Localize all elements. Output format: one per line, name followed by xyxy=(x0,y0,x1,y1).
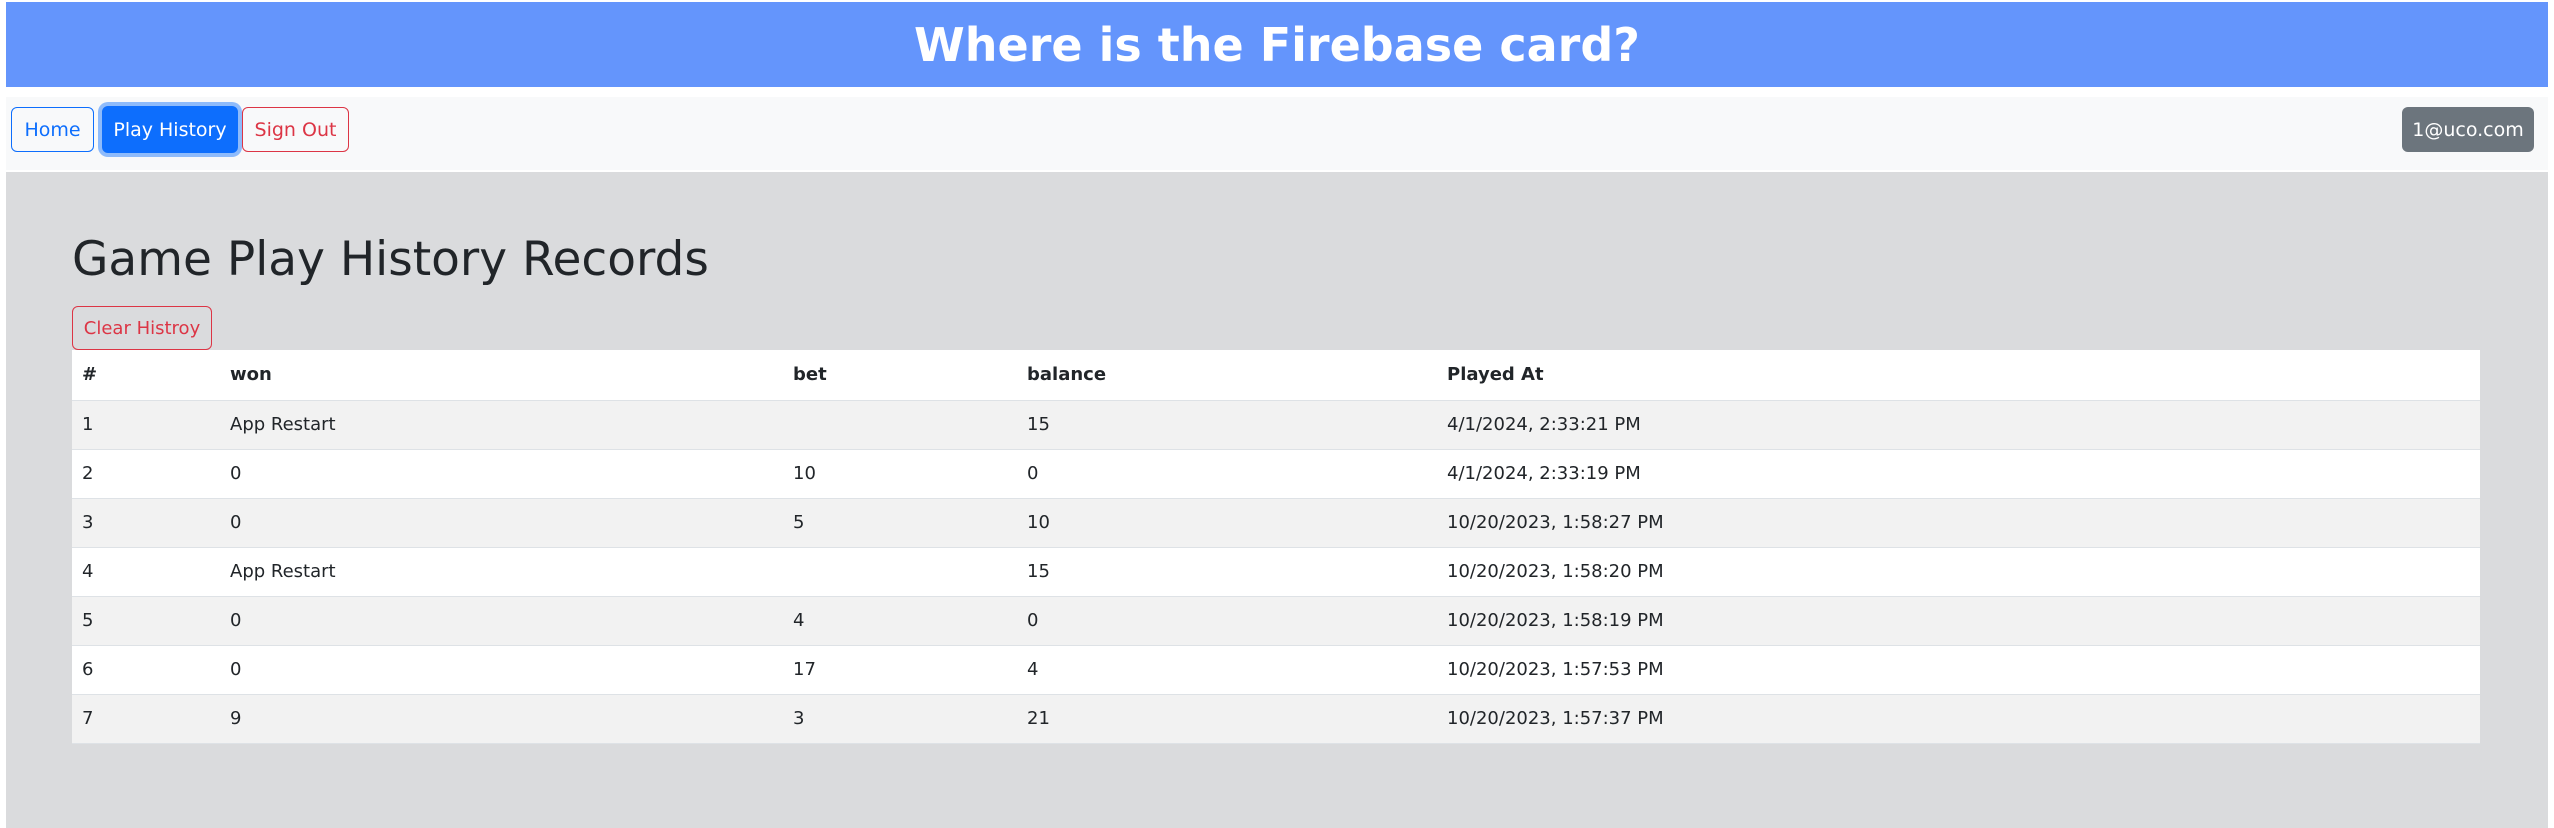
cell-index: 6 xyxy=(72,645,220,695)
cell-played-at: 4/1/2024, 2:33:21 PM xyxy=(1437,400,2480,450)
table-header: # won bet balance Played At xyxy=(72,350,2480,401)
home-button[interactable]: Home xyxy=(11,107,94,152)
cell-balance: 15 xyxy=(1017,547,1437,597)
table-row: 5 0 4 0 10/20/2023, 1:58:19 PM xyxy=(72,596,2480,646)
cell-played-at: 4/1/2024, 2:33:19 PM xyxy=(1437,449,2480,499)
table-body: 1 App Restart 15 4/1/2024, 2:33:21 PM 2 0 10 0 4… xyxy=(72,400,2480,744)
cell-index: 2 xyxy=(72,449,220,499)
app-header: Where is the Firebase card? xyxy=(6,2,2548,87)
cell-won: App Restart xyxy=(220,547,783,597)
cell-balance: 10 xyxy=(1017,498,1437,548)
table-row: 1 App Restart 15 4/1/2024, 2:33:21 PM xyxy=(72,400,2480,450)
column-header-won: won xyxy=(220,350,783,401)
cell-bet: 17 xyxy=(783,645,1017,695)
table-header-row: # won bet balance Played At xyxy=(72,350,2480,401)
cell-index: 7 xyxy=(72,694,220,744)
table-row: 2 0 10 0 4/1/2024, 2:33:19 PM xyxy=(72,449,2480,499)
cell-played-at: 10/20/2023, 1:58:20 PM xyxy=(1437,547,2480,597)
table-row: 6 0 17 4 10/20/2023, 1:57:53 PM xyxy=(72,645,2480,695)
cell-bet xyxy=(783,547,1017,597)
cell-played-at: 10/20/2023, 1:58:19 PM xyxy=(1437,596,2480,646)
cell-balance: 0 xyxy=(1017,596,1437,646)
cell-bet: 3 xyxy=(783,694,1017,744)
app-title: Where is the Firebase card? xyxy=(914,17,1640,72)
table-row: 3 0 5 10 10/20/2023, 1:58:27 PM xyxy=(72,498,2480,548)
cell-balance: 21 xyxy=(1017,694,1437,744)
user-email-badge: 1@uco.com xyxy=(2402,107,2534,152)
table-row: 7 9 3 21 10/20/2023, 1:57:37 PM xyxy=(72,694,2480,744)
main-content: Game Play History Records Clear Histroy … xyxy=(6,172,2548,828)
cell-balance: 0 xyxy=(1017,449,1437,499)
page-title: Game Play History Records xyxy=(72,232,709,287)
navbar: Home Play History Sign Out 1@uco.com xyxy=(6,97,2548,170)
cell-index: 4 xyxy=(72,547,220,597)
cell-won: 0 xyxy=(220,498,783,548)
cell-bet: 10 xyxy=(783,449,1017,499)
column-header-balance: balance xyxy=(1017,350,1437,401)
cell-played-at: 10/20/2023, 1:57:53 PM xyxy=(1437,645,2480,695)
cell-index: 3 xyxy=(72,498,220,548)
cell-bet: 5 xyxy=(783,498,1017,548)
history-table: # won bet balance Played At 1 App Restart… xyxy=(72,350,2480,744)
cell-won: 0 xyxy=(220,449,783,499)
cell-index: 5 xyxy=(72,596,220,646)
table-row: 4 App Restart 15 10/20/2023, 1:58:20 PM xyxy=(72,547,2480,597)
cell-won: 9 xyxy=(220,694,783,744)
clear-history-button[interactable]: Clear Histroy xyxy=(72,306,212,350)
cell-played-at: 10/20/2023, 1:57:37 PM xyxy=(1437,694,2480,744)
cell-index: 1 xyxy=(72,400,220,450)
cell-bet xyxy=(783,400,1017,450)
cell-bet: 4 xyxy=(783,596,1017,646)
play-history-button[interactable]: Play History xyxy=(102,106,238,153)
cell-won: 0 xyxy=(220,645,783,695)
cell-won: 0 xyxy=(220,596,783,646)
cell-won: App Restart xyxy=(220,400,783,450)
column-header-bet: bet xyxy=(783,350,1017,401)
column-header-played-at: Played At xyxy=(1437,350,2480,401)
sign-out-button[interactable]: Sign Out xyxy=(242,107,349,152)
cell-balance: 4 xyxy=(1017,645,1437,695)
cell-played-at: 10/20/2023, 1:58:27 PM xyxy=(1437,498,2480,548)
cell-balance: 15 xyxy=(1017,400,1437,450)
column-header-index: # xyxy=(72,350,220,401)
